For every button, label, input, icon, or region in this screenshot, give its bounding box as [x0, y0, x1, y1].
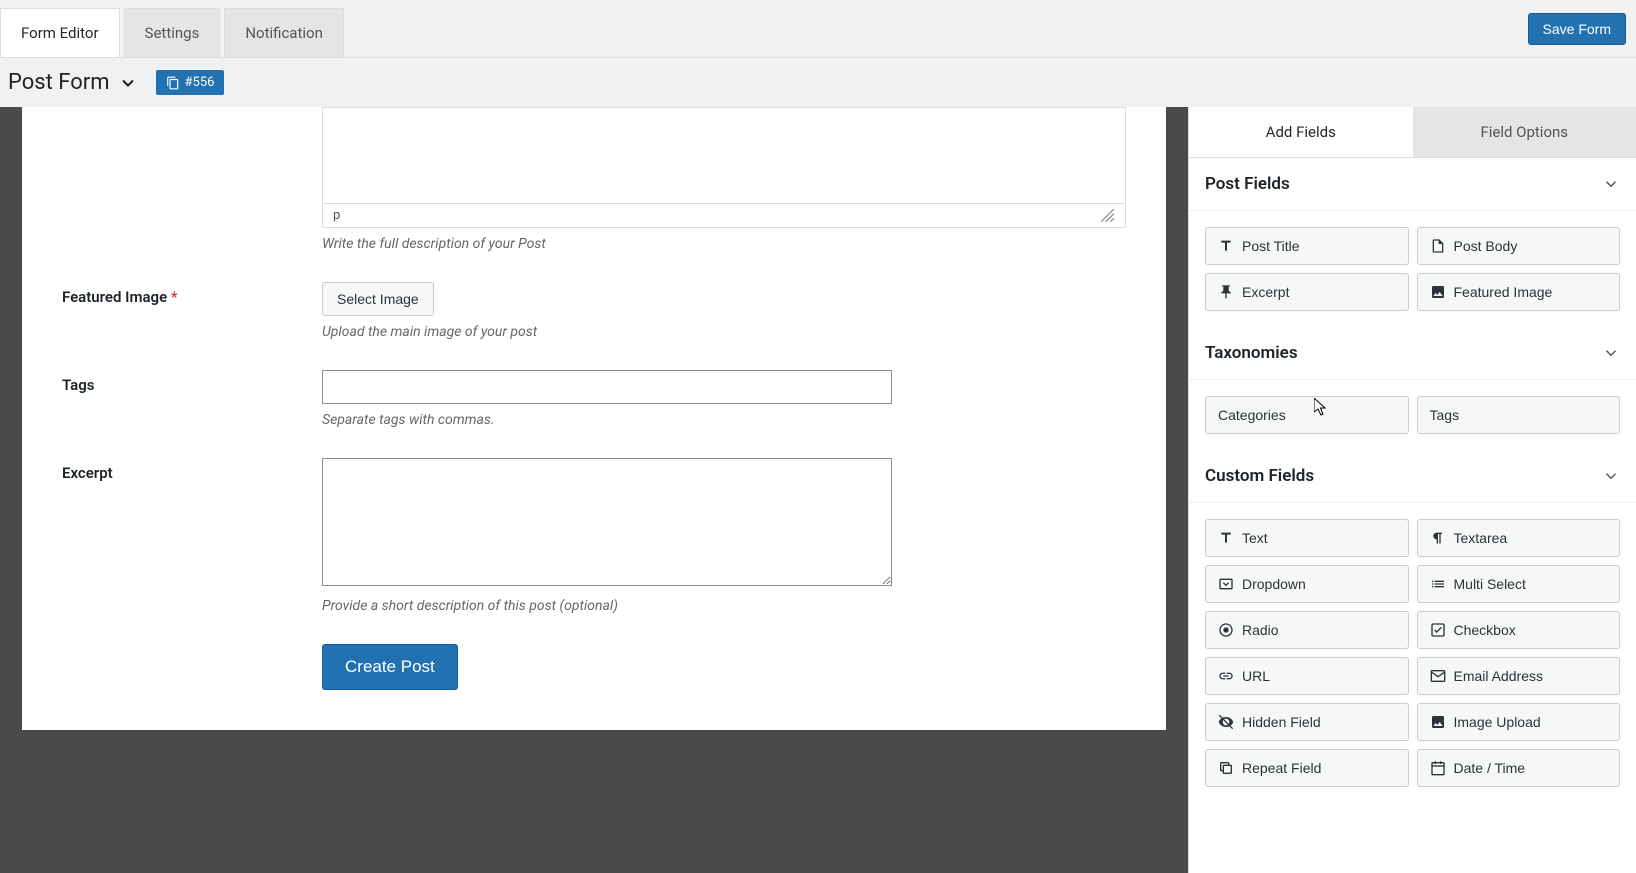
form-preview: p Write the full description of your Pos… [0, 107, 1188, 873]
select-image-button[interactable]: Select Image [322, 282, 434, 316]
tags-help-text: Separate tags with commas. [322, 412, 1126, 428]
create-post-button[interactable]: Create Post [322, 644, 458, 690]
form-title[interactable]: Post Form [8, 70, 138, 95]
copy-icon [166, 76, 180, 90]
field-featured-image[interactable]: Featured Image [1417, 273, 1621, 311]
field-text[interactable]: Text [1205, 519, 1409, 557]
field-post-body[interactable]: Post Body [1417, 227, 1621, 265]
chevron-down-icon [118, 73, 138, 93]
field-categories[interactable]: Categories [1205, 396, 1409, 434]
field-email[interactable]: Email Address [1417, 657, 1621, 695]
field-dropdown[interactable]: Dropdown [1205, 565, 1409, 603]
chevron-down-icon [1602, 467, 1620, 485]
preview-scroll[interactable]: p Write the full description of your Pos… [0, 107, 1188, 873]
tags-input[interactable] [322, 370, 892, 404]
document-icon [1430, 238, 1446, 254]
heading-icon [1218, 238, 1234, 254]
checkbox-icon [1430, 622, 1446, 638]
field-post-title[interactable]: Post Title [1205, 227, 1409, 265]
copy-icon [1218, 760, 1234, 776]
field-tags[interactable]: Tags [1417, 396, 1621, 434]
calendar-icon [1430, 760, 1446, 776]
field-url[interactable]: URL [1205, 657, 1409, 695]
radio-icon [1218, 622, 1234, 638]
eye-slash-icon [1218, 714, 1234, 730]
main-tabs: Form Editor Settings Notification Save F… [0, 0, 1636, 58]
editor-path: p [333, 208, 340, 223]
section-custom-fields[interactable]: Custom Fields [1189, 450, 1636, 503]
form-title-text: Post Form [8, 70, 110, 95]
section-post-fields[interactable]: Post Fields [1189, 158, 1636, 211]
field-multi-select[interactable]: Multi Select [1417, 565, 1621, 603]
tab-field-options[interactable]: Field Options [1413, 107, 1636, 157]
text-icon [1218, 530, 1234, 546]
field-image-upload[interactable]: Image Upload [1417, 703, 1621, 741]
chevron-down-icon [1602, 175, 1620, 193]
pin-icon [1218, 284, 1234, 300]
excerpt-textarea[interactable] [322, 458, 892, 586]
section-taxonomies[interactable]: Taxonomies [1189, 327, 1636, 380]
fields-sidebar: Add Fields Field Options Post Fields Pos… [1188, 107, 1636, 873]
resize-handle-icon[interactable] [1101, 209, 1115, 223]
sidebar-scroll[interactable]: Post Fields Post Title Post Body Excerpt [1189, 158, 1636, 873]
featured-help-text: Upload the main image of your post [322, 324, 1126, 340]
tags-label: Tags [62, 370, 322, 428]
field-hidden[interactable]: Hidden Field [1205, 703, 1409, 741]
body-help-text: Write the full description of your Post [322, 236, 1126, 252]
featured-image-label: Featured Image [62, 288, 167, 306]
form-id-badge[interactable]: #556 [156, 70, 225, 95]
tab-add-fields[interactable]: Add Fields [1189, 107, 1413, 157]
tab-notification[interactable]: Notification [224, 8, 344, 57]
tab-form-editor[interactable]: Form Editor [0, 8, 120, 57]
field-checkbox[interactable]: Checkbox [1417, 611, 1621, 649]
chevron-down-icon [1602, 344, 1620, 362]
form-id-text: #556 [185, 75, 215, 90]
save-form-button[interactable]: Save Form [1528, 13, 1626, 45]
link-icon [1218, 668, 1234, 684]
excerpt-label: Excerpt [62, 458, 322, 614]
dropdown-icon [1218, 576, 1234, 592]
field-textarea[interactable]: Textarea [1417, 519, 1621, 557]
image-icon [1430, 284, 1446, 300]
field-date-time[interactable]: Date / Time [1417, 749, 1621, 787]
field-radio[interactable]: Radio [1205, 611, 1409, 649]
email-icon [1430, 668, 1446, 684]
paragraph-icon [1430, 530, 1446, 546]
image-icon [1430, 714, 1446, 730]
form-header: Post Form #556 [0, 58, 1636, 107]
post-body-editor[interactable]: p [322, 107, 1126, 228]
required-indicator: * [171, 288, 178, 306]
tab-settings[interactable]: Settings [124, 8, 221, 57]
field-excerpt[interactable]: Excerpt [1205, 273, 1409, 311]
list-icon [1430, 576, 1446, 592]
excerpt-help-text: Provide a short description of this post… [322, 598, 1126, 614]
field-repeat[interactable]: Repeat Field [1205, 749, 1409, 787]
